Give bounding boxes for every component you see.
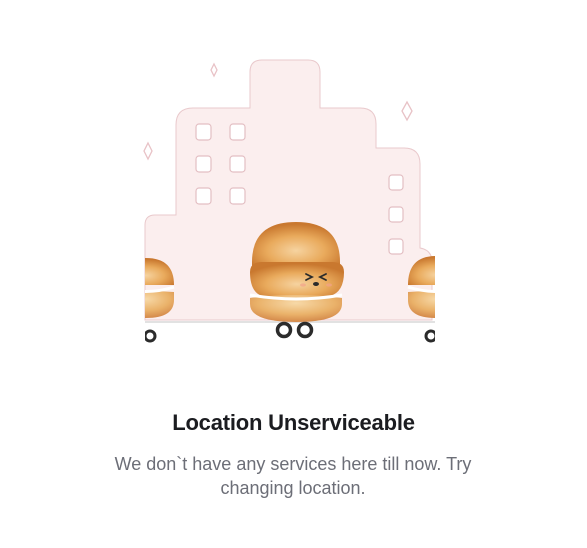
burger-delivery-city-illustration bbox=[0, 0, 587, 380]
burger-left-icon bbox=[145, 258, 175, 343]
empty-state-page: Location Unserviceable We don`t have any… bbox=[0, 0, 587, 548]
empty-state-title: Location Unserviceable bbox=[172, 410, 415, 435]
empty-state-message: We don`t have any services here till now… bbox=[114, 454, 472, 498]
burger-right-icon bbox=[407, 256, 435, 343]
